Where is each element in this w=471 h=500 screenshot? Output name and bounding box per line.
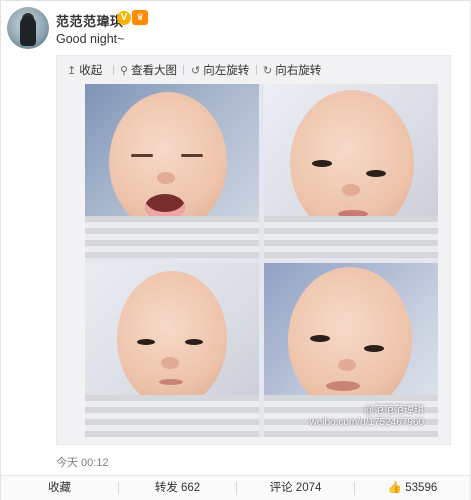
verified-badge-icon[interactable]: V	[117, 11, 131, 25]
view-large-label: 查看大图	[131, 65, 178, 77]
baby-photo-laughing	[85, 84, 259, 258]
baby-face	[117, 271, 227, 407]
rotate-left-icon: ↺	[191, 64, 201, 77]
baby-mouth	[326, 381, 360, 391]
baby-nose	[338, 359, 356, 371]
media-box: ↥ 收起 ⚲ 查看大图 ↺ 向左旋转 ↻ 向右旋转 @范范范瑋琪 weibo.c…	[56, 55, 451, 445]
post-timestamp[interactable]: 今天 00:12	[56, 454, 109, 470]
avatar-silhouette-body	[20, 16, 36, 46]
favorite-label: 收藏	[48, 482, 71, 494]
baby-shirt	[85, 216, 259, 258]
baby-face	[288, 267, 412, 413]
view-large-button[interactable]: ⚲ 查看大图	[120, 62, 177, 78]
toolbar-divider	[183, 65, 184, 75]
baby-eye	[181, 154, 203, 157]
baby-eye	[310, 335, 330, 342]
post-photo-collage[interactable]: @范范范瑋琪 weibo.com/u/1752467960	[85, 84, 438, 437]
baby-shirt	[264, 216, 438, 258]
toolbar-divider	[113, 65, 114, 75]
post-text: Good night~	[56, 32, 125, 46]
baby-photo-grinning: @范范范瑋琪 weibo.com/u/1752467960	[264, 263, 438, 437]
weibo-post-card: 范范范瑋琪 V ♛ Good night~ ↥ 收起 ⚲ 查看大图 ↺ 向左旋转…	[0, 0, 471, 500]
post-action-bar: 收藏 转发 662 评论 2074 👍 53596	[1, 475, 470, 500]
baby-mouth	[159, 379, 183, 385]
favorite-button[interactable]: 收藏	[1, 476, 118, 500]
arrow-up-icon: ↥	[67, 64, 77, 77]
thumbs-up-icon: 👍	[387, 482, 403, 494]
baby-eye	[131, 154, 153, 157]
magnifier-icon: ⚲	[120, 64, 129, 77]
baby-nose	[157, 172, 175, 184]
user-avatar[interactable]	[7, 7, 49, 49]
collapse-label: 收起	[79, 65, 103, 77]
baby-eye	[185, 339, 203, 345]
baby-shirt	[85, 395, 259, 437]
baby-photo-smiling	[264, 84, 438, 258]
like-count: 53596	[405, 482, 438, 494]
rotate-left-button[interactable]: ↺ 向左旋转	[191, 62, 249, 78]
baby-eye	[312, 160, 332, 167]
image-toolbar: ↥ 收起 ⚲ 查看大图 ↺ 向左旋转 ↻ 向右旋转	[57, 56, 450, 84]
member-crown-icon[interactable]: ♛	[132, 10, 148, 25]
baby-photo-calm	[85, 263, 259, 437]
watermark-handle: @范范范瑋琪	[363, 405, 424, 416]
baby-nose	[342, 184, 360, 196]
like-button[interactable]: 👍 53596	[355, 476, 470, 500]
watermark-url: weibo.com/u/1752467960	[309, 417, 424, 428]
rotate-right-icon: ↻	[263, 64, 273, 77]
baby-eye	[366, 170, 386, 177]
baby-eye	[364, 345, 384, 352]
toolbar-divider	[256, 65, 257, 75]
baby-eye	[137, 339, 155, 345]
comment-button[interactable]: 评论 2074	[237, 476, 354, 500]
repost-button[interactable]: 转发 662	[119, 476, 236, 500]
baby-nose	[161, 357, 179, 369]
username-link[interactable]: 范范范瑋琪	[56, 11, 124, 30]
rotate-right-label: 向右旋转	[275, 65, 322, 77]
repost-label: 转发 662	[154, 482, 201, 494]
rotate-left-label: 向左旋转	[203, 65, 250, 77]
rotate-right-button[interactable]: ↻ 向右旋转	[263, 62, 321, 78]
photo-watermark: @范范范瑋琪 weibo.com/u/1752467960	[309, 405, 424, 429]
comment-label: 评论 2074	[269, 482, 322, 494]
collapse-button[interactable]: ↥ 收起	[67, 62, 102, 78]
